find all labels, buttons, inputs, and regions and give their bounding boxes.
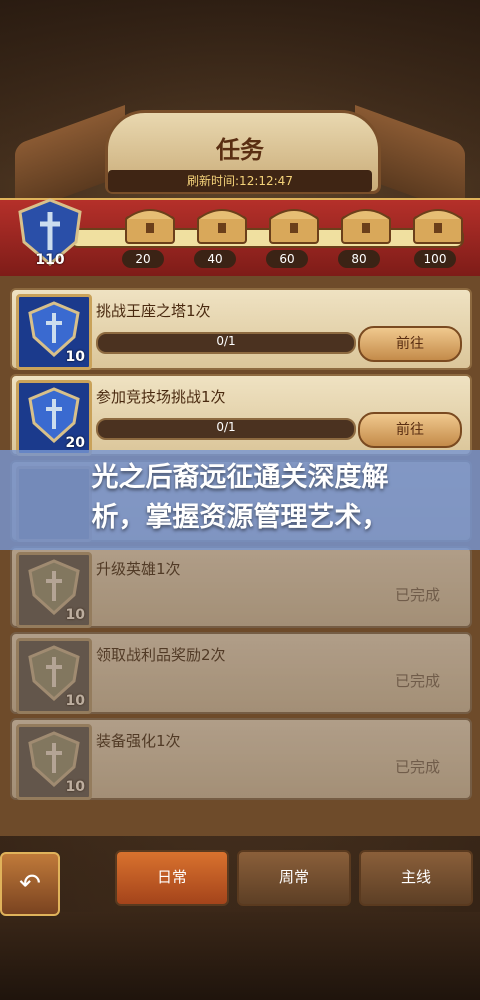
- chest-icon[interactable]: [194, 201, 250, 245]
- task-icon-box: 20: [16, 380, 92, 456]
- task-level: 10: [65, 349, 85, 365]
- go-button[interactable]: 前往: [358, 326, 462, 362]
- task-title: 参加竞技场挑战1次: [96, 388, 226, 406]
- chest-icon[interactable]: [266, 201, 322, 245]
- chest-score: 60: [266, 250, 308, 268]
- completed-label: 已完成: [394, 672, 440, 690]
- task-item: 10 挑战王座之塔1次 0/1 前往: [10, 288, 472, 370]
- task-level: 10: [65, 607, 85, 623]
- task-level: 20: [65, 435, 85, 451]
- chest-icon[interactable]: [410, 201, 466, 245]
- task-icon-box: 10: [16, 294, 92, 370]
- task-progress-text: 0/1: [216, 334, 236, 348]
- tab-main[interactable]: 主线: [359, 850, 473, 906]
- back-button[interactable]: ↶: [0, 852, 60, 916]
- article-title-text: 光之后裔远征通关深度解 析，掌握资源管理艺术，: [18, 458, 462, 538]
- task-title: 升级英雄1次: [96, 560, 181, 578]
- bottom-bar: [0, 912, 480, 1000]
- task-item: 10 升级英雄1次 已完成: [10, 546, 472, 628]
- task-icon-box: 10: [16, 638, 92, 714]
- chest-score: 40: [194, 250, 236, 268]
- task-item: 10 领取战利品奖励2次 已完成: [10, 632, 472, 714]
- tab-weekly[interactable]: 周常: [237, 850, 351, 906]
- player-activity-level: 110: [35, 252, 65, 268]
- chest-icon[interactable]: [122, 201, 178, 245]
- completed-label: 已完成: [394, 758, 440, 776]
- task-title: 挑战王座之塔1次: [96, 302, 211, 320]
- task-icon-box: 10: [16, 552, 92, 628]
- task-title: 装备强化1次: [96, 732, 181, 750]
- task-level: 10: [65, 693, 85, 709]
- chest-score: 80: [338, 250, 380, 268]
- task-level: 10: [65, 779, 85, 795]
- task-progress-text: 0/1: [216, 420, 236, 434]
- refresh-time: 刷新时间:12:12:47: [187, 174, 293, 188]
- task-title: 领取战利品奖励2次: [96, 646, 226, 664]
- go-button[interactable]: 前往: [358, 412, 462, 448]
- completed-label: 已完成: [394, 586, 440, 604]
- chest-score: 20: [122, 250, 164, 268]
- article-title-line-2: 析，掌握资源管理艺术，: [91, 502, 389, 533]
- tab-daily[interactable]: 日常: [115, 850, 229, 906]
- task-item: 10 装备强化1次 已完成: [10, 718, 472, 800]
- chest-score: 100: [414, 250, 456, 268]
- task-icon-box: 10: [16, 724, 92, 800]
- article-title-line-1: 光之后裔远征通关深度解: [91, 462, 389, 493]
- back-arrow-icon: ↶: [19, 869, 41, 899]
- task-item: 20 参加竞技场挑战1次 0/1 前往: [10, 374, 472, 456]
- page-title: 任务: [216, 136, 264, 164]
- chest-icon[interactable]: [338, 201, 394, 245]
